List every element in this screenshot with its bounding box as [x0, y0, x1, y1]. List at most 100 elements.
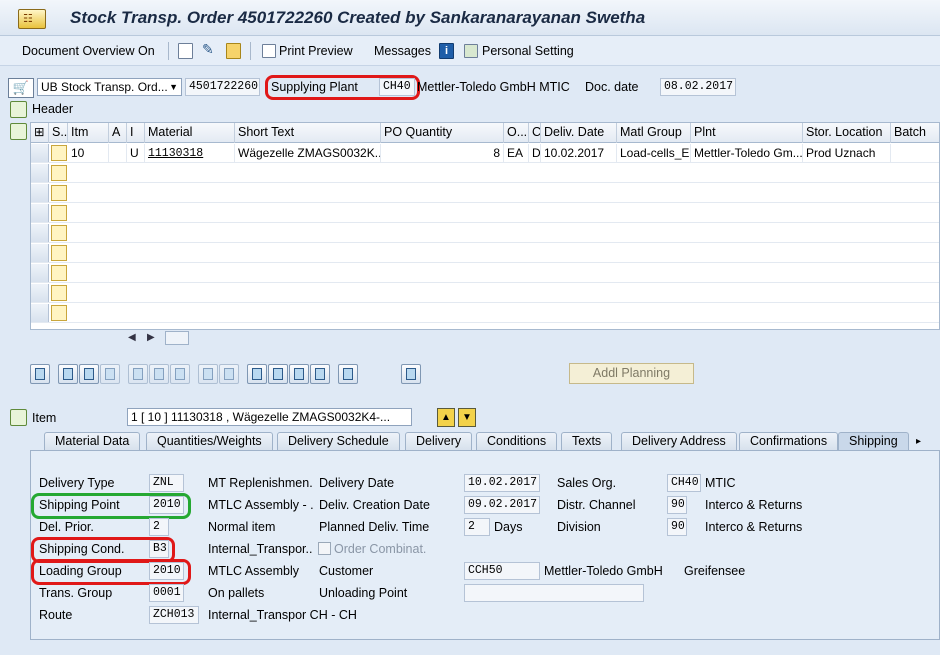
- tab-list-icon[interactable]: ▸: [916, 432, 928, 451]
- tab-texts[interactable]: Texts: [561, 432, 613, 451]
- order-combination-checkbox[interactable]: [318, 542, 331, 555]
- messages-button[interactable]: Messages: [374, 44, 431, 58]
- tab-shipping[interactable]: Shipping: [838, 432, 909, 451]
- status-cell[interactable]: [51, 245, 67, 261]
- table-row[interactable]: 10 U 11130318 Wägezelle ZMAGS0032K... 8 …: [31, 144, 939, 163]
- column-header-order-unit[interactable]: O...: [504, 123, 529, 143]
- cart-icon[interactable]: 🛒: [8, 78, 34, 98]
- filter-options-button[interactable]: [310, 364, 330, 384]
- column-header-stor-location[interactable]: Stor. Location: [803, 123, 891, 143]
- status-cell[interactable]: [51, 265, 67, 281]
- material-cell[interactable]: 11130318: [145, 144, 235, 163]
- division-field[interactable]: 90: [667, 518, 687, 536]
- select-block-button[interactable]: [79, 364, 99, 384]
- table-row-empty[interactable]: [31, 284, 939, 303]
- shipping-point-field[interactable]: 2010: [149, 496, 184, 514]
- deliv-creation-date-field[interactable]: 09.02.2017: [464, 496, 540, 514]
- table-row-empty[interactable]: [31, 204, 939, 223]
- item-number-cell[interactable]: 10: [68, 144, 109, 163]
- date-category-cell[interactable]: D: [529, 144, 541, 163]
- addl-planning-button[interactable]: Addl Planning: [569, 363, 694, 384]
- column-header-material[interactable]: Material: [145, 123, 235, 143]
- personal-setting-button[interactable]: Personal Setting: [482, 44, 574, 58]
- order-unit-cell[interactable]: EA: [504, 144, 529, 163]
- header-expand-icon[interactable]: [10, 101, 27, 118]
- account-cell[interactable]: [109, 144, 127, 163]
- tab-quantities-weights[interactable]: Quantities/Weights: [146, 432, 273, 451]
- status-cell[interactable]: [51, 185, 67, 201]
- scroll-right-icon[interactable]: ▶: [147, 332, 155, 343]
- po-number-field[interactable]: 4501722260: [185, 78, 260, 96]
- paste-button[interactable]: [219, 364, 239, 384]
- sort-ascending-button[interactable]: [247, 364, 267, 384]
- column-header-account[interactable]: A: [109, 123, 127, 143]
- delivery-type-field[interactable]: ZNL: [149, 474, 184, 492]
- column-header-short-text[interactable]: Short Text: [235, 123, 381, 143]
- other-document-icon[interactable]: [226, 43, 241, 59]
- row-selector[interactable]: [31, 284, 49, 302]
- trans-group-field[interactable]: 0001: [149, 584, 184, 602]
- unlock-button[interactable]: [170, 364, 190, 384]
- short-text-cell[interactable]: Wägezelle ZMAGS0032K...: [235, 144, 381, 163]
- column-header-deliv-date[interactable]: Deliv. Date: [541, 123, 617, 143]
- row-selector[interactable]: [31, 264, 49, 282]
- status-cell[interactable]: [51, 145, 67, 161]
- row-selector[interactable]: [31, 204, 49, 222]
- status-cell[interactable]: [51, 285, 67, 301]
- stor-location-cell[interactable]: Prod Uznach: [803, 144, 891, 163]
- item-collapse-icon[interactable]: [10, 409, 27, 426]
- lock-button[interactable]: [149, 364, 169, 384]
- row-selector[interactable]: [31, 244, 49, 262]
- select-all-button[interactable]: [58, 364, 78, 384]
- column-header-status[interactable]: S..: [49, 123, 68, 143]
- unloading-point-field[interactable]: [464, 584, 644, 602]
- planned-deliv-time-field[interactable]: 2: [464, 518, 490, 536]
- table-row-empty[interactable]: [31, 304, 939, 323]
- tab-delivery[interactable]: Delivery: [405, 432, 473, 451]
- filter-button[interactable]: [289, 364, 309, 384]
- display-change-icon[interactable]: ✎: [202, 41, 217, 57]
- column-header-batch[interactable]: Batch: [891, 123, 939, 143]
- tab-material-data[interactable]: Material Data: [44, 432, 141, 451]
- details-button[interactable]: [30, 364, 50, 384]
- shipping-cond-field[interactable]: B3: [149, 540, 169, 558]
- item-category-cell[interactable]: U: [127, 144, 145, 163]
- status-cell[interactable]: [51, 305, 67, 321]
- table-row-empty[interactable]: [31, 164, 939, 183]
- column-header-item[interactable]: Itm: [68, 123, 109, 143]
- tab-confirmations[interactable]: Confirmations: [739, 432, 839, 451]
- previous-item-icon[interactable]: ▲: [437, 408, 455, 427]
- matl-group-cell[interactable]: Load-cells_El...: [617, 144, 691, 163]
- table-settings-button[interactable]: [338, 364, 358, 384]
- document-type-select[interactable]: UB Stock Transp. Ord... ▼: [37, 78, 182, 96]
- select-all-icon[interactable]: ⊞: [31, 123, 49, 143]
- route-field[interactable]: ZCH013: [149, 606, 199, 624]
- delete-button[interactable]: [128, 364, 148, 384]
- menu-icon[interactable]: ☷: [18, 9, 46, 29]
- loading-group-field[interactable]: 2010: [149, 562, 184, 580]
- scroll-left-icon[interactable]: ◀: [128, 332, 136, 343]
- default-values-button[interactable]: [401, 364, 421, 384]
- sort-descending-button[interactable]: [268, 364, 288, 384]
- table-row-empty[interactable]: [31, 184, 939, 203]
- row-selector[interactable]: [31, 184, 49, 202]
- column-header-matl-group[interactable]: Matl Group: [617, 123, 691, 143]
- sales-org-field[interactable]: CH40: [667, 474, 701, 492]
- status-cell[interactable]: [51, 205, 67, 221]
- tab-delivery-schedule[interactable]: Delivery Schedule: [277, 432, 400, 451]
- table-row-empty[interactable]: [31, 224, 939, 243]
- supplying-plant-field[interactable]: CH40: [379, 78, 415, 96]
- info-icon[interactable]: i: [439, 43, 454, 59]
- copy-button[interactable]: [198, 364, 218, 384]
- row-selector[interactable]: [31, 304, 49, 322]
- column-header-item-category[interactable]: I: [127, 123, 145, 143]
- row-selector[interactable]: [31, 164, 49, 182]
- table-row-empty[interactable]: [31, 244, 939, 263]
- new-document-icon[interactable]: [178, 43, 193, 59]
- po-quantity-cell[interactable]: 8: [381, 144, 504, 163]
- doc-date-field[interactable]: 08.02.2017: [660, 78, 736, 96]
- deselect-all-button[interactable]: [100, 364, 120, 384]
- horizontal-scrollbar-thumb[interactable]: [165, 331, 189, 345]
- batch-cell[interactable]: [891, 144, 939, 163]
- plant-cell[interactable]: Mettler-Toledo Gm...: [691, 144, 803, 163]
